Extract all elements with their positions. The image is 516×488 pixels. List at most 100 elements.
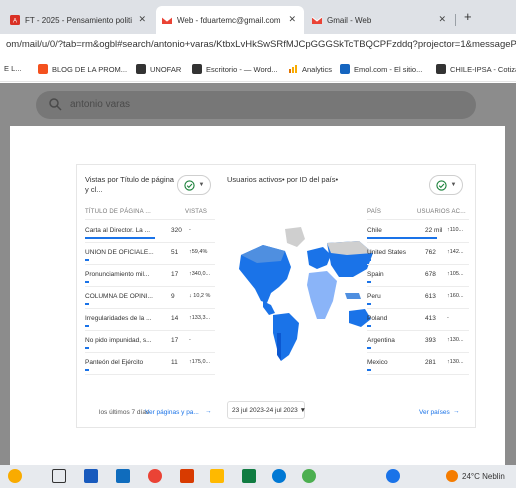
- divider: [85, 242, 215, 243]
- arrow-right-icon[interactable]: →: [453, 408, 460, 415]
- row-bar: [85, 303, 89, 305]
- table-row-title[interactable]: Irregularidades de la ...: [85, 315, 151, 322]
- date-range-text: 23 jul 2023-24 jul 2023: [232, 407, 298, 414]
- map-chile: [277, 333, 281, 361]
- arrow-right-icon[interactable]: →: [205, 408, 212, 415]
- divider: [85, 219, 215, 220]
- row-bar: [367, 237, 437, 239]
- tab-gmail-web[interactable]: Gmail - Web ✕: [306, 6, 454, 34]
- world-map-svg: [239, 227, 373, 361]
- map-central-america: [263, 301, 275, 315]
- compare-button[interactable]: ▼: [177, 175, 211, 195]
- gmail-icon: [162, 16, 172, 24]
- table-row-users: 678: [425, 271, 436, 278]
- table-row-country[interactable]: Mexico: [367, 359, 388, 366]
- compare-button-right[interactable]: ▼: [429, 175, 463, 195]
- divider: [367, 308, 469, 309]
- edge-icon[interactable]: [272, 469, 286, 483]
- row-bar: [85, 237, 155, 239]
- folder-icon: [192, 64, 202, 74]
- col-header-page-title: TÍTULO DE PÁGINA ...: [85, 209, 152, 215]
- table-row-title[interactable]: UNION DE OFICIALE...: [85, 249, 154, 256]
- screen: A FT - 2025 - Pensamiento politi ✕ Web -…: [0, 0, 516, 488]
- close-icon[interactable]: ✕: [438, 14, 446, 25]
- excel-icon[interactable]: [242, 469, 256, 483]
- left-panel-title: Vistas por Título de página y cl...: [85, 175, 174, 194]
- weather-text: 24°C Neblin: [462, 472, 505, 481]
- table-row-country[interactable]: Poland: [367, 315, 387, 322]
- bookmark-item[interactable]: E L...: [4, 64, 22, 73]
- table-row-change: -: [447, 315, 449, 321]
- bookmark-item[interactable]: CHILE-IPSA - Cotiza: [436, 64, 516, 74]
- table-row-title[interactable]: Pronunciamiento mil...: [85, 271, 149, 278]
- divider: [367, 286, 469, 287]
- view-pages-link[interactable]: Ver páginas y pa...: [145, 409, 199, 416]
- analytics-card: Vistas por Título de página y cl... ▼ TÍ…: [76, 164, 476, 428]
- bookmark-item[interactable]: Emol.com - El sitio...: [340, 64, 422, 74]
- close-icon[interactable]: ✕: [288, 14, 296, 25]
- bookmark-item[interactable]: UNOFAR: [136, 64, 181, 74]
- table-row-views: 17: [171, 337, 179, 344]
- row-bar: [367, 347, 371, 349]
- date-range-selector[interactable]: 23 jul 2023-24 jul 2023 ▼: [227, 401, 307, 419]
- tab-ft-2025[interactable]: A FT - 2025 - Pensamiento politi ✕: [4, 6, 154, 34]
- table-row-country[interactable]: Spain: [367, 271, 384, 278]
- bookmark-item[interactable]: Escritorio - — Word...: [192, 64, 278, 74]
- map-south-america: [273, 313, 299, 361]
- table-row-users: 762: [425, 249, 436, 256]
- task-view-icon[interactable]: [52, 469, 66, 483]
- table-row-views: 17: [171, 271, 179, 278]
- chevron-down-icon: ▼: [198, 182, 205, 188]
- widget-sun-icon[interactable]: [8, 469, 22, 483]
- help-icon[interactable]: [386, 469, 400, 483]
- chrome-icon[interactable]: [148, 469, 162, 483]
- powerpoint-icon[interactable]: [180, 469, 194, 483]
- close-icon[interactable]: ✕: [138, 14, 146, 25]
- divider: [367, 374, 469, 375]
- chevron-down-icon: ▼: [299, 407, 307, 414]
- view-countries-link[interactable]: Ver países: [419, 409, 450, 416]
- table-row-change: ↑133,3...: [189, 315, 211, 321]
- check-circle-icon: [435, 179, 447, 191]
- table-row-country[interactable]: United States: [367, 249, 406, 256]
- table-row-title[interactable]: Panteón del Ejército: [85, 359, 143, 366]
- footer-period: los últimos 7 días: [99, 409, 150, 416]
- word-icon[interactable]: [84, 469, 98, 483]
- bookmark-item[interactable]: Analytics: [288, 64, 332, 74]
- table-row-change: ↑130...: [447, 337, 464, 343]
- address-bar[interactable]: om/mail/u/0/?tab=rm&ogbl#search/antonio+…: [0, 34, 516, 58]
- table-row-title[interactable]: No pido impunidad, s...: [85, 337, 151, 344]
- table-row-country[interactable]: Argentina: [367, 337, 395, 344]
- tab-web-gmail[interactable]: Web - fduartemc@gmail.com ✕: [156, 6, 304, 34]
- row-bar: [367, 281, 371, 283]
- url-text: om/mail/u/0/?tab=rm&ogbl#search/antonio+…: [6, 39, 516, 50]
- table-row-views: 51: [171, 249, 179, 256]
- search-icon: [49, 98, 62, 111]
- new-tab-button[interactable]: +: [464, 9, 472, 24]
- table-row-country[interactable]: Peru: [367, 293, 381, 300]
- table-row-change: ↑130...: [447, 359, 464, 365]
- table-row-country[interactable]: Chile: [367, 227, 382, 234]
- row-bar: [85, 347, 89, 349]
- ipsa-icon: [436, 64, 446, 74]
- map-africa: [307, 271, 337, 319]
- unofar-icon: [136, 64, 146, 74]
- table-row-title[interactable]: COLUMNA DE OPINI...: [85, 293, 153, 300]
- divider: [85, 264, 215, 265]
- row-bar: [85, 369, 89, 371]
- bookmark-item[interactable]: BLOG DE LA PROM...: [38, 64, 127, 74]
- map-indonesia: [345, 293, 361, 299]
- gmail-search-bar[interactable]: antonio varas: [36, 91, 476, 119]
- divider: [85, 374, 215, 375]
- tab-label: Gmail - Web: [327, 15, 372, 25]
- file-explorer-icon[interactable]: [210, 469, 224, 483]
- table-row-title[interactable]: Carta al Director. La ...: [85, 227, 150, 234]
- map-greenland: [285, 227, 305, 247]
- outlook-icon[interactable]: [116, 469, 130, 483]
- row-bar: [367, 259, 371, 261]
- app-icon[interactable]: [302, 469, 316, 483]
- table-row-users: 22 mil: [425, 227, 443, 234]
- table-row-users: 613: [425, 293, 436, 300]
- table-row-change: ↑59,4%: [189, 249, 208, 255]
- table-row-views: 14: [171, 315, 179, 322]
